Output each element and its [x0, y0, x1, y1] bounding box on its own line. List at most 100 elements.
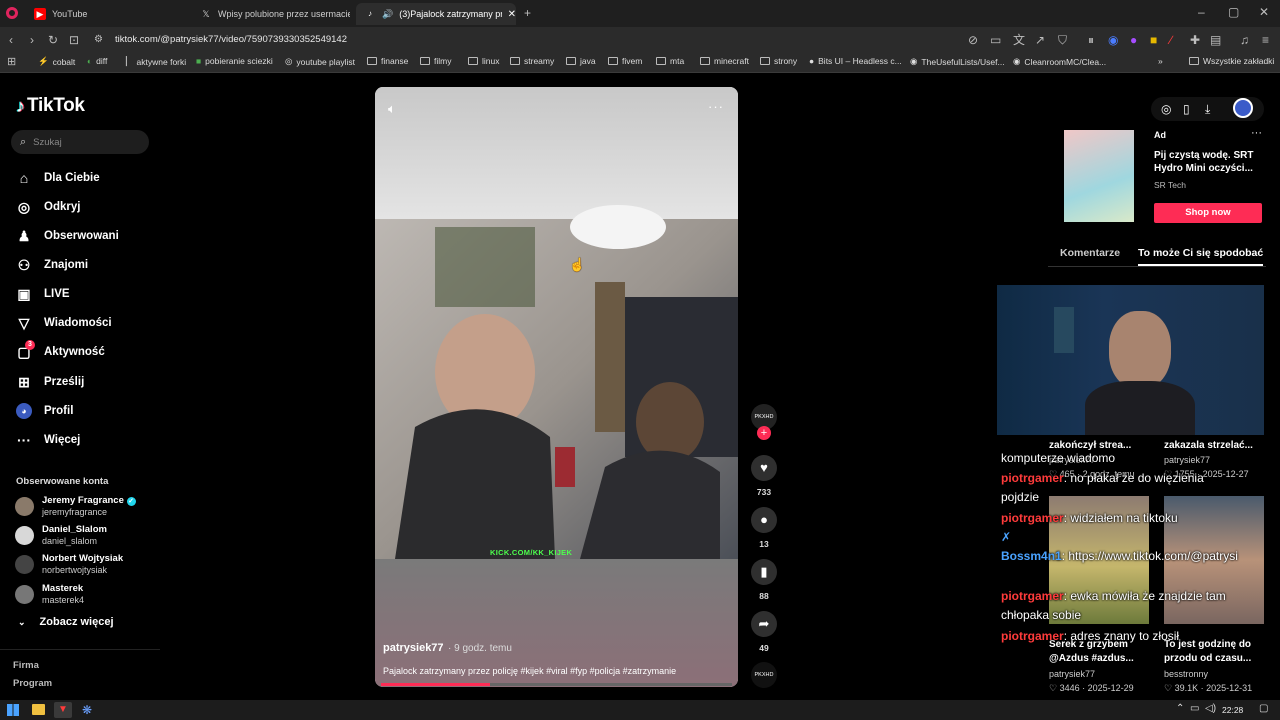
menu-icon[interactable]: ≡	[1262, 33, 1269, 47]
translate-icon[interactable]: 文	[1013, 33, 1025, 47]
extension-icon[interactable]: ∕	[1170, 33, 1172, 47]
save-button[interactable]: ▮ 88	[751, 559, 777, 601]
nav-explore[interactable]: ◎ Odkryj	[16, 199, 81, 215]
share-button[interactable]: ➦ 49	[751, 611, 777, 653]
all-bookmarks[interactable]: Wszystkie zakładki	[1189, 56, 1274, 66]
followed-account[interactable]: Jeremy Fragrance ✓ jeremyfragrance	[15, 495, 136, 518]
followed-account[interactable]: Norbert Wojtysiak norbertwojtysiak	[15, 553, 123, 576]
nav-activity[interactable]: ▢ 3 Aktywność	[16, 340, 105, 360]
cast-icon[interactable]: ▭	[990, 33, 1001, 47]
footer-link[interactable]: Firma	[13, 660, 39, 671]
like-button[interactable]: ♥ 733	[751, 455, 777, 497]
music-icon[interactable]: ♫	[1240, 33, 1249, 47]
comment-button[interactable]: ● 13	[751, 507, 777, 549]
nav-more[interactable]: ··· Więcej	[16, 432, 80, 448]
bookmark-folder[interactable]: linux	[468, 56, 499, 66]
windows-start-icon[interactable]	[7, 704, 19, 716]
nav-upload[interactable]: ⊞ Prześlij	[16, 374, 84, 390]
bookmark-item[interactable]: ▏ aktywne forki	[126, 56, 186, 67]
maximize-icon[interactable]: ▢	[1228, 5, 1239, 19]
tab-comments[interactable]: Komentarze	[1060, 247, 1120, 259]
bookmark-item[interactable]: ■ pobieranie sciezki	[196, 56, 273, 66]
tiktok-logo[interactable]: ♪ TikTok	[16, 95, 85, 117]
see-more-button[interactable]: ⌄ Zobacz więcej	[18, 616, 114, 628]
device-icon[interactable]: ▯	[1183, 102, 1190, 116]
explore-icon[interactable]: ◎	[1161, 102, 1171, 116]
close-tab-icon[interactable]: ✕	[508, 9, 516, 20]
followed-account[interactable]: Masterek masterek4	[15, 583, 84, 606]
progress-track[interactable]	[381, 683, 732, 686]
bookmark-folder[interactable]: fivem	[608, 56, 642, 66]
bookmark-folder[interactable]: finanse	[367, 56, 408, 66]
tab-x[interactable]: 𝕏 Wpisy polubione przez usermacieg (@	[192, 3, 350, 25]
footer-link[interactable]: Program	[13, 678, 52, 689]
tab-youtube[interactable]: ▶ YouTube	[26, 3, 186, 25]
url-field[interactable]: tiktok.com/@patrysiek77/video/7590739330…	[115, 34, 347, 45]
extension-icon[interactable]: ●	[1130, 33, 1137, 47]
tab-you-may-like[interactable]: To może Ci się spodobać	[1138, 247, 1264, 266]
bookmark-folder[interactable]: strony	[760, 56, 797, 66]
follow-plus-icon[interactable]: +	[757, 426, 771, 440]
nav-following[interactable]: ♟ Obserwowani	[16, 228, 119, 244]
bookmark-item[interactable]: ◉ TheUsefulLists/Usef...	[910, 56, 1005, 67]
reload-icon[interactable]: ↻	[48, 33, 58, 47]
video-caption[interactable]: Pajalock zatrzymany przez policję #kijek…	[383, 666, 676, 676]
new-tab-icon[interactable]: +	[524, 6, 531, 20]
share-icon[interactable]: ↗	[1035, 33, 1045, 47]
pause-icon[interactable]: ⏸	[1088, 33, 1094, 47]
bookmark-item[interactable]: ● Bits UI – Headless c...	[809, 56, 902, 66]
nav-for-you[interactable]: ⌂ Dla Ciebie	[16, 170, 100, 186]
nav-friends[interactable]: ⚇ Znajomi	[16, 257, 88, 273]
shop-now-button[interactable]: Shop now	[1154, 203, 1262, 223]
author-avatar-button[interactable]: PKXHD +	[751, 404, 777, 440]
extension-icon[interactable]: ◉	[1108, 33, 1118, 47]
back-icon[interactable]: ‹	[9, 33, 13, 47]
followed-account[interactable]: Daniel_Slalom daniel_slalom	[15, 524, 107, 547]
nav-live[interactable]: ▣ LIVE	[16, 286, 69, 302]
sound-disc[interactable]: PKXHD	[751, 662, 777, 688]
app-taskbar-icon[interactable]: ❋	[82, 703, 92, 717]
tray-chevron-icon[interactable]: ⌃	[1176, 703, 1184, 714]
ad-image[interactable]	[1064, 130, 1134, 222]
opera-taskbar-icon[interactable]: ▼	[54, 702, 72, 718]
opera-icon[interactable]	[6, 7, 18, 19]
nav-profile[interactable]: ◕ Profil	[16, 403, 73, 419]
extension-icon[interactable]: ■	[1150, 33, 1157, 47]
bookmark-folder[interactable]: java	[566, 56, 596, 66]
file-explorer-icon[interactable]	[32, 704, 45, 715]
video-player[interactable]: KICK.COM/KK_KIJEK 🔈︎ ··· patrysiek77 · 9…	[375, 87, 738, 687]
notifications-icon[interactable]: ▢	[1259, 703, 1268, 714]
more-options-icon[interactable]: ···	[708, 99, 724, 114]
video-author[interactable]: patrysiek77	[383, 642, 444, 654]
nav-messages[interactable]: ▽ Wiadomości	[16, 315, 112, 331]
bookmark-folder[interactable]: streamy	[510, 56, 554, 66]
site-settings-icon[interactable]: ⚙	[94, 33, 103, 47]
user-avatar[interactable]	[1233, 98, 1253, 118]
minimize-icon[interactable]: –	[1198, 5, 1205, 19]
apps-icon[interactable]: ⊞	[7, 55, 16, 69]
close-window-icon[interactable]: ✕	[1259, 5, 1269, 19]
bookmark-item[interactable]: ◎ youtube playlist	[285, 56, 355, 67]
speaker-icon[interactable]: 🔊	[382, 9, 393, 20]
bookmark-folder[interactable]: filmy	[420, 56, 451, 66]
shield-icon[interactable]: ⛉	[1058, 33, 1067, 47]
search-input[interactable]: ⌕ Szukaj	[11, 130, 149, 154]
bookmark-item[interactable]: ⚡ cobalt	[38, 56, 75, 67]
extension-icon[interactable]: ⊘	[968, 33, 978, 47]
volume-icon[interactable]: 🔈︎	[388, 101, 396, 117]
bookmark-folder[interactable]: mta	[656, 56, 684, 66]
ad-more-icon[interactable]: ···	[1251, 127, 1262, 139]
recommended-title[interactable]: zakazala strzelać...	[1164, 440, 1253, 451]
ad-title[interactable]: Pij czystą wodę. SRT Hydro Mini oczyści.…	[1154, 149, 1254, 175]
bookmark-icon[interactable]: ⊡	[69, 33, 79, 47]
puzzle-icon[interactable]: ✚	[1190, 33, 1200, 47]
download-icon[interactable]: ⤓	[1205, 102, 1210, 116]
forward-icon[interactable]: ›	[30, 33, 34, 47]
bookmark-folder[interactable]: minecraft	[700, 56, 749, 66]
sidebar-icon[interactable]: ▤	[1210, 33, 1221, 47]
tab-tiktok[interactable]: ♪ 🔊 (3)Pajalock zatrzymany przez ✕	[356, 3, 516, 25]
volume-tray-icon[interactable]: ◁)	[1205, 703, 1216, 714]
bookmark-item[interactable]: ◉ CleanroomMC/Clea...	[1013, 56, 1106, 67]
more-bookmarks-icon[interactable]: »	[1158, 56, 1163, 66]
bookmark-item[interactable]: ◐ diff	[87, 56, 107, 66]
